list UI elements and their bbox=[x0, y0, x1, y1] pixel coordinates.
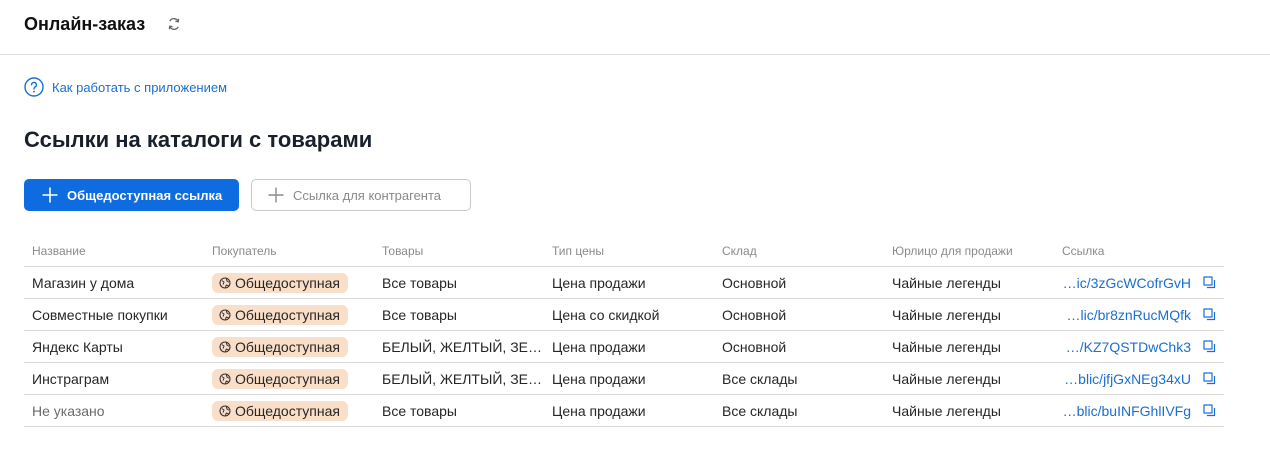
catalog-link[interactable]: …/KZ7QSTDwChk3 bbox=[1066, 339, 1191, 355]
row-price-type: Цена со скидкой bbox=[544, 298, 714, 331]
plus-icon bbox=[42, 187, 58, 203]
buyer-badge: Общедоступная bbox=[212, 400, 348, 421]
buyer-badge-label: Общедоступная bbox=[235, 370, 340, 387]
refresh-icon[interactable] bbox=[167, 17, 181, 31]
row-warehouse: Все склады bbox=[714, 394, 884, 427]
copy-icon[interactable] bbox=[1203, 276, 1216, 289]
plus-icon bbox=[268, 187, 284, 203]
row-warehouse: Основной bbox=[714, 266, 884, 299]
buyer-badge: Общедоступная bbox=[212, 304, 348, 325]
row-name: Совместные покупки bbox=[24, 298, 204, 331]
row-legal-entity: Чайные легенды bbox=[884, 362, 1054, 395]
row-name: Яндекс Карты bbox=[24, 330, 204, 363]
row-price-type: Цена продажи bbox=[544, 362, 714, 395]
row-goods: БЕЛЫЙ, ЖЕЛТЫЙ, ЗЕ… bbox=[374, 362, 544, 395]
row-goods: Все товары bbox=[374, 298, 544, 331]
buyer-badge-label: Общедоступная bbox=[235, 402, 340, 419]
catalog-link[interactable]: …blic/jfjGxNEg34xU bbox=[1064, 371, 1191, 387]
row-legal-entity: Чайные легенды bbox=[884, 298, 1054, 331]
add-public-link-label: Общедоступная ссылка bbox=[67, 187, 223, 203]
row-warehouse: Основной bbox=[714, 298, 884, 331]
catalog-links-table: Название Покупатель Товары Тип цены Скла… bbox=[24, 235, 1224, 427]
globe-icon bbox=[219, 308, 231, 321]
row-warehouse: Все склады bbox=[714, 362, 884, 395]
buyer-badge: Общедоступная bbox=[212, 336, 348, 357]
buyer-badge: Общедоступная bbox=[212, 272, 348, 293]
buyer-badge-label: Общедоступная bbox=[235, 306, 340, 323]
row-legal-entity: Чайные легенды bbox=[884, 394, 1054, 427]
column-header-goods[interactable]: Товары bbox=[374, 235, 544, 267]
app-title: Онлайн-заказ bbox=[24, 14, 146, 34]
copy-icon[interactable] bbox=[1203, 404, 1216, 417]
catalog-link[interactable]: …ic/3zGcWCofrGvH bbox=[1063, 275, 1191, 291]
add-counterparty-link-label: Ссылка для контрагента bbox=[293, 187, 442, 203]
buyer-badge-label: Общедоступная bbox=[235, 274, 340, 291]
globe-icon bbox=[219, 404, 231, 417]
add-public-link-button[interactable]: Общедоступная ссылка bbox=[24, 179, 239, 211]
row-goods: БЕЛЫЙ, ЖЕЛТЫЙ, ЗЕ… bbox=[374, 330, 544, 363]
row-name: Не указано bbox=[24, 394, 204, 427]
buyer-badge-label: Общедоступная bbox=[235, 338, 340, 355]
row-price-type: Цена продажи bbox=[544, 330, 714, 363]
globe-icon bbox=[219, 276, 231, 289]
table-row[interactable]: Совместные покупки Общедоступная Все тов… bbox=[24, 298, 1224, 331]
catalog-link[interactable]: …blic/buINFGhlIVFg bbox=[1063, 403, 1191, 419]
help-link-label: Как работать с приложением bbox=[52, 79, 228, 95]
globe-icon bbox=[219, 340, 231, 353]
table-row[interactable]: Яндекс Карты Общедоступная БЕЛЫЙ, ЖЕЛТЫЙ… bbox=[24, 330, 1224, 363]
table-row[interactable]: Магазин у дома Общедоступная Все товары … bbox=[24, 266, 1224, 299]
table-row[interactable]: Не указано Общедоступная Все товары Цена… bbox=[24, 394, 1224, 427]
add-counterparty-link-button[interactable]: Ссылка для контрагента bbox=[251, 179, 471, 211]
copy-icon[interactable] bbox=[1203, 372, 1216, 385]
column-header-name[interactable]: Название bbox=[24, 235, 204, 267]
table-header-row: Название Покупатель Товары Тип цены Скла… bbox=[24, 235, 1224, 267]
row-price-type: Цена продажи bbox=[544, 266, 714, 299]
top-bar: Онлайн-заказ bbox=[0, 0, 1270, 55]
row-legal-entity: Чайные легенды bbox=[884, 330, 1054, 363]
row-warehouse: Основной bbox=[714, 330, 884, 363]
help-link[interactable]: Как работать с приложением bbox=[24, 77, 227, 97]
catalog-link[interactable]: …lic/br8znRucMQfk bbox=[1067, 307, 1191, 323]
row-legal-entity: Чайные легенды bbox=[884, 266, 1054, 299]
row-goods: Все товары bbox=[374, 394, 544, 427]
row-name: Магазин у дома bbox=[24, 266, 204, 299]
buyer-badge: Общедоступная bbox=[212, 368, 348, 389]
column-header-price-type[interactable]: Тип цены bbox=[544, 235, 714, 267]
row-price-type: Цена продажи bbox=[544, 394, 714, 427]
row-goods: Все товары bbox=[374, 266, 544, 299]
globe-icon bbox=[219, 372, 231, 385]
page-title: Ссылки на каталоги с товарами bbox=[24, 127, 373, 152]
copy-icon[interactable] bbox=[1203, 340, 1216, 353]
question-circle-icon bbox=[24, 77, 44, 97]
table-row[interactable]: Инстраграм Общедоступная БЕЛЫЙ, ЖЕЛТЫЙ, … bbox=[24, 362, 1224, 395]
row-name: Инстраграм bbox=[24, 362, 204, 395]
column-header-warehouse[interactable]: Склад bbox=[714, 235, 884, 267]
column-header-buyer[interactable]: Покупатель bbox=[204, 235, 374, 267]
copy-icon[interactable] bbox=[1203, 308, 1216, 321]
column-header-link[interactable]: Ссылка bbox=[1054, 235, 1224, 267]
column-header-legal-entity[interactable]: Юрлицо для продажи bbox=[884, 235, 1054, 267]
